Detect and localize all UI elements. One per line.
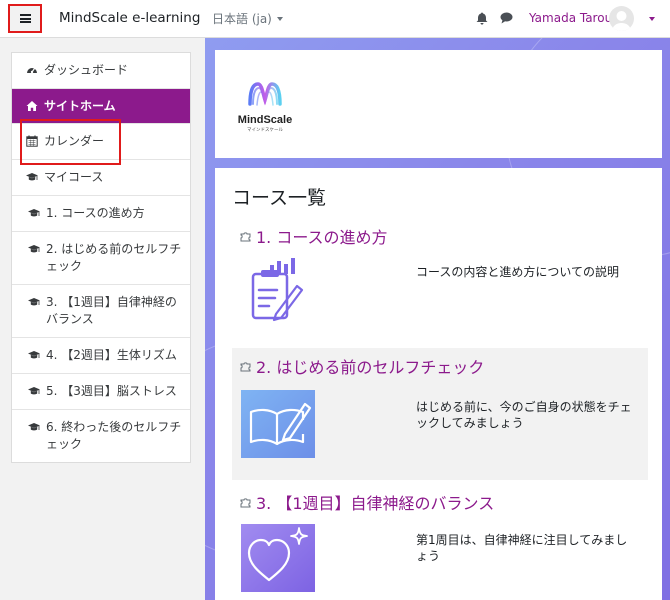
graduation-cap-icon — [26, 173, 38, 181]
course-item: 2. はじめる前のセルフチェック はじめる前に、今のご自身の状態をチェックしてみ… — [232, 348, 648, 480]
nav-item-course-4[interactable]: 4. 【2週目】生体リズム — [12, 338, 190, 374]
course-header: 1. コースの進め方 — [240, 224, 388, 248]
chat-icon[interactable] — [500, 12, 513, 24]
course-description: 第1周目は、自律神経に注目してみましょう — [416, 533, 628, 563]
nav-item-label: ダッシュボード — [44, 63, 129, 77]
calendar-icon — [26, 135, 38, 147]
graduation-cap-icon — [28, 423, 40, 431]
course-item: 3. 【1週目】自律神経のバランス 第1周目は、自律神経に注目してみましょう — [232, 488, 648, 600]
menu-toggle-button[interactable] — [8, 4, 42, 33]
course-header: 3. 【1週目】自律神経のバランス — [240, 490, 494, 514]
user-menu-name[interactable]: Yamada Tarou — [529, 11, 612, 25]
graduation-cap-icon — [28, 298, 40, 306]
language-selector[interactable]: 日本語 (ja) — [212, 10, 283, 27]
course-title-link[interactable]: 1. コースの進め方 — [256, 224, 388, 248]
nav-item-course-2[interactable]: 2. はじめる前のセルフチェック — [12, 232, 190, 285]
mindscale-logo: MindScale マインドスケール — [238, 82, 292, 133]
book-pen-icon[interactable] — [241, 390, 315, 458]
nav-item-label: カレンダー — [44, 134, 105, 148]
logo-card: MindScale マインドスケール — [215, 50, 662, 158]
logo-tagline: マインドスケール — [247, 126, 283, 133]
nav-item-course-6[interactable]: 6. 終わった後のセルフチェック — [12, 410, 190, 462]
avatar-icon[interactable] — [609, 6, 634, 31]
course-title-link[interactable]: 2. はじめる前のセルフチェック — [256, 354, 484, 378]
nav-list: ダッシュボード サイトホーム カレンダー マイコース 1. コースの進め方 2.… — [11, 52, 191, 463]
nav-drawer: ダッシュボード サイトホーム カレンダー マイコース 1. コースの進め方 2.… — [0, 38, 205, 600]
nav-item-calendar[interactable]: カレンダー — [12, 124, 190, 160]
nav-item-dashboard[interactable]: ダッシュボード — [12, 53, 190, 89]
graduation-cap-icon — [28, 209, 40, 217]
chevron-down-icon[interactable] — [649, 17, 655, 21]
language-label: 日本語 (ja) — [212, 12, 272, 26]
nav-item-my-courses[interactable]: マイコース — [12, 160, 190, 196]
site-brand[interactable]: MindScale e-learning — [59, 10, 200, 26]
nav-item-label: 3. 【1週目】自律神経のバランス — [46, 295, 177, 326]
bell-icon[interactable] — [476, 12, 488, 25]
nav-item-site-home[interactable]: サイトホーム — [12, 89, 190, 124]
nav-item-label: 2. はじめる前のセルフチェック — [46, 242, 182, 273]
nav-item-label: サイトホーム — [44, 98, 116, 113]
nav-item-label: 4. 【2週目】生体リズム — [46, 348, 177, 362]
graduation-cap-icon — [28, 387, 40, 395]
menu-icon — [19, 14, 31, 23]
nav-item-course-1[interactable]: 1. コースの進め方 — [12, 196, 190, 232]
section-title: コース一覧 — [232, 187, 327, 209]
course-item: 1. コースの進め方 コースの内容と進め方についての説明 — [232, 222, 648, 340]
heart-sparkle-icon[interactable] — [241, 524, 315, 592]
dashboard-icon — [27, 68, 37, 74]
logo-text: MindScale — [238, 114, 292, 126]
course-description: コースの内容と進め方についての説明 — [416, 265, 620, 279]
nav-item-course-5[interactable]: 5. 【3週目】脳ストレス — [12, 374, 190, 410]
graduation-cap-icon — [28, 245, 40, 253]
puzzle-icon — [240, 361, 251, 371]
clipboard-chart-icon[interactable] — [241, 256, 315, 324]
course-title-link[interactable]: 3. 【1週目】自律神経のバランス — [256, 490, 494, 514]
course-list-card: コース一覧 1. コースの進め方 コースの内容と進め方についての説明 2. はじ… — [215, 168, 662, 600]
nav-item-label: マイコース — [44, 170, 104, 184]
nav-item-label: 6. 終わった後のセルフチェック — [46, 420, 182, 451]
home-icon — [26, 101, 38, 111]
nav-item-label: 1. コースの進め方 — [46, 206, 145, 220]
main-region: MindScale マインドスケール コース一覧 1. コースの進め方 コースの… — [205, 38, 670, 600]
puzzle-icon — [240, 497, 251, 507]
puzzle-icon — [240, 231, 251, 241]
graduation-cap-icon — [28, 351, 40, 359]
chevron-down-icon — [276, 17, 283, 21]
nav-item-course-3[interactable]: 3. 【1週目】自律神経のバランス — [12, 285, 190, 338]
top-navbar: MindScale e-learning 日本語 (ja) Yamada Tar… — [0, 0, 670, 38]
course-header: 2. はじめる前のセルフチェック — [240, 354, 484, 378]
course-description: はじめる前に、今のご自身の状態をチェックしてみましょう — [416, 400, 632, 430]
nav-item-label: 5. 【3週目】脳ストレス — [46, 384, 177, 398]
